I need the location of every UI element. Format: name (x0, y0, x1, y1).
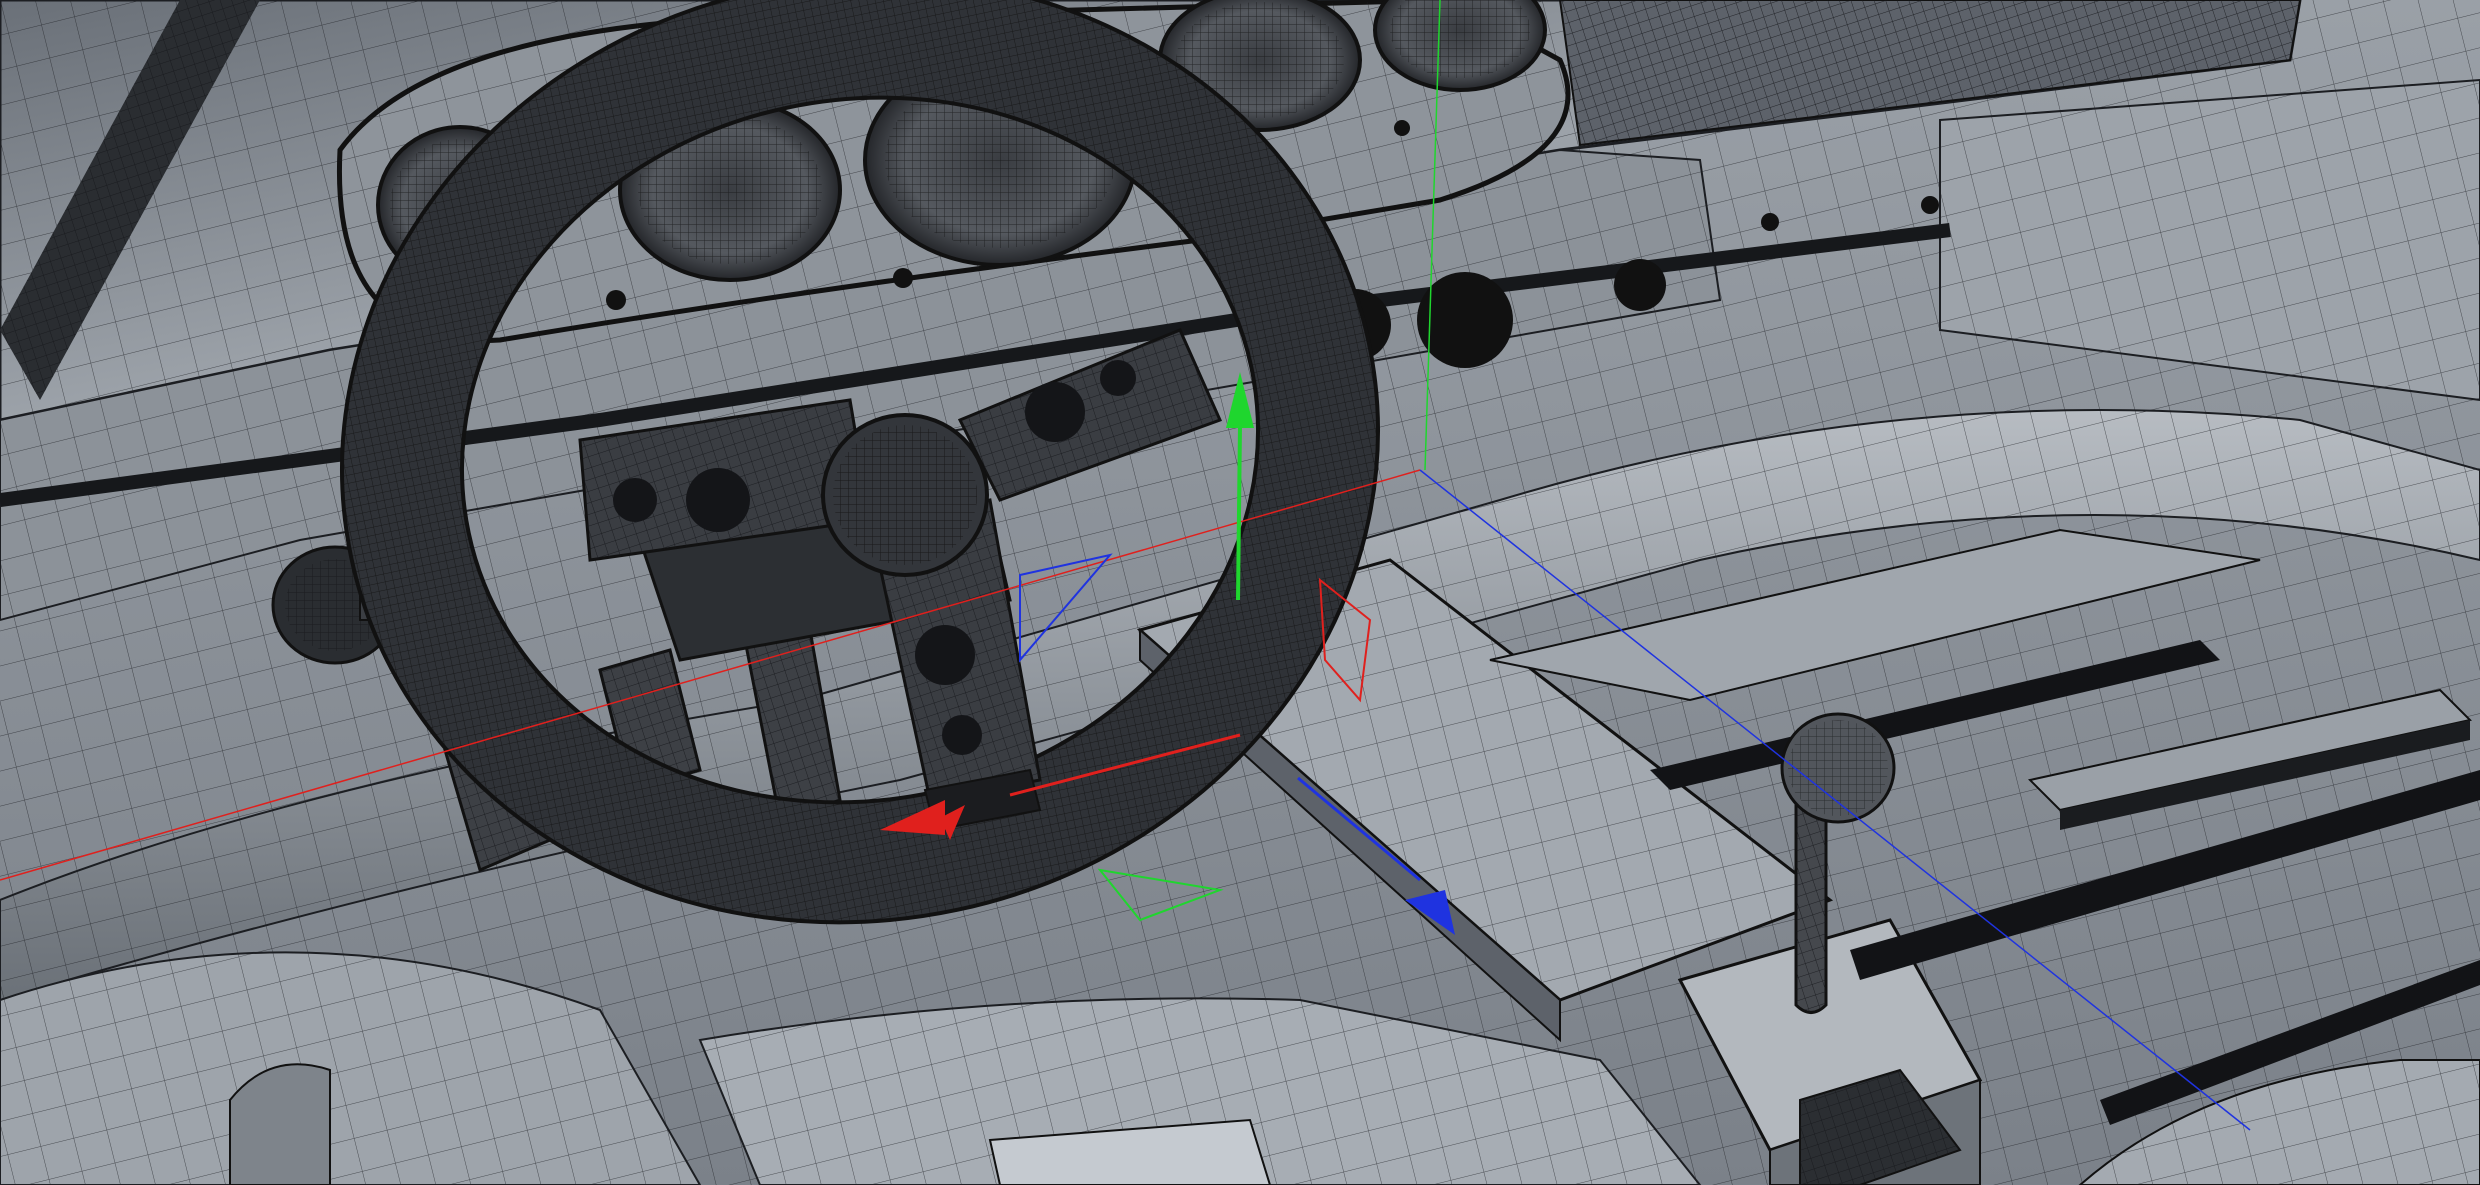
3d-viewport[interactable] (0, 0, 2480, 1185)
gizmo-y-axis[interactable] (1236, 424, 1242, 601)
viewport-canvas[interactable] (0, 0, 2480, 1185)
